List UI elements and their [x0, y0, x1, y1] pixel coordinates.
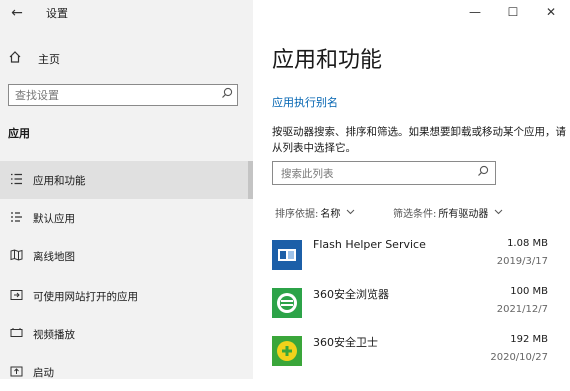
sort-value: 名称 [320, 209, 341, 220]
app-list-search-input[interactable] [281, 167, 471, 181]
settings-search-box [8, 84, 238, 106]
app-date: 2021/12/7 [496, 304, 548, 315]
sidebar-item-startup[interactable]: 启动 [0, 353, 253, 391]
back-arrow-icon: ← [11, 5, 23, 21]
sidebar: ← 设置 主页 应用 应用和功能 默认应用 离线地图 可使 [0, 0, 253, 379]
maximize-button[interactable]: ☐ [494, 0, 532, 24]
app-size: 1.08 MB [507, 238, 548, 249]
minimize-button[interactable]: — [456, 0, 494, 24]
app-list-item[interactable]: 360安全卫士 192 MB 2020/10/27 [272, 332, 554, 376]
app-date: 2020/10/27 [490, 352, 548, 363]
section-title: 应用 [8, 127, 30, 140]
app-execution-alias-link[interactable]: 应用执行别名 [272, 94, 338, 110]
filter-dropdown[interactable]: 筛选条件: 所有驱动器 [393, 205, 503, 220]
sidebar-item-offline-maps[interactable]: 离线地图 [0, 237, 253, 275]
app-date: 2019/3/17 [496, 256, 548, 267]
home-label: 主页 [38, 53, 60, 66]
search-icon[interactable] [477, 165, 489, 180]
sidebar-item-video-playback[interactable]: 视频播放 [0, 315, 253, 353]
sidebar-item-label: 可使用网站打开的应用 [33, 290, 138, 303]
default-apps-icon [8, 211, 24, 226]
web-app-icon [8, 289, 24, 304]
360-browser-icon [272, 288, 302, 318]
sidebar-item-default-apps[interactable]: 默认应用 [0, 199, 253, 237]
description-text: 按驱动器搜索、排序和筛选。如果想要卸载或移动某个应用，请从列表中选择它。 [272, 126, 566, 154]
app-list-item[interactable]: Flash Helper Service 1.08 MB 2019/3/17 [272, 236, 554, 280]
360-safe-icon [272, 336, 302, 366]
sidebar-item-label: 离线地图 [33, 250, 75, 263]
window-controls: — ☐ ✕ [456, 0, 570, 24]
filter-label: 筛选条件: [393, 209, 437, 220]
app-name: Flash Helper Service [313, 238, 426, 251]
app-name: 360安全浏览器 [313, 288, 389, 301]
app-list-search-box [272, 161, 496, 185]
map-icon [8, 248, 24, 264]
chevron-down-icon [346, 208, 355, 218]
sidebar-item-label: 默认应用 [33, 212, 75, 225]
app-size: 192 MB [510, 334, 548, 345]
filter-value: 所有驱动器 [438, 209, 489, 220]
back-button[interactable]: ← [6, 4, 28, 22]
window-title: 设置 [46, 7, 68, 20]
sidebar-item-web-apps[interactable]: 可使用网站打开的应用 [0, 277, 253, 315]
apps-list-icon [8, 173, 24, 188]
chevron-down-icon [494, 208, 503, 218]
main-content: — ☐ ✕ 应用和功能 应用执行别名 按驱动器搜索、排序和筛选。如果想要卸载或移… [253, 0, 570, 379]
sidebar-item-apps-features[interactable]: 应用和功能 [0, 161, 253, 199]
settings-search-input[interactable] [15, 88, 215, 102]
flash-helper-icon [272, 240, 302, 270]
close-button[interactable]: ✕ [532, 0, 570, 24]
home-nav-item[interactable]: 主页 [8, 50, 60, 68]
sidebar-item-label: 视频播放 [33, 328, 75, 341]
app-list-item[interactable]: 360安全浏览器 100 MB 2021/12/7 [272, 284, 554, 328]
app-size: 100 MB [510, 286, 548, 297]
search-icon[interactable] [221, 87, 233, 102]
page-title: 应用和功能 [272, 48, 383, 73]
sort-dropdown[interactable]: 排序依据: 名称 [275, 205, 355, 220]
home-icon [8, 50, 24, 68]
sort-label: 排序依据: [275, 209, 319, 220]
video-icon [8, 327, 24, 342]
app-name: 360安全卫士 [313, 336, 378, 349]
sidebar-item-label: 应用和功能 [33, 174, 86, 187]
startup-icon [8, 365, 24, 380]
sidebar-item-label: 启动 [33, 366, 54, 379]
